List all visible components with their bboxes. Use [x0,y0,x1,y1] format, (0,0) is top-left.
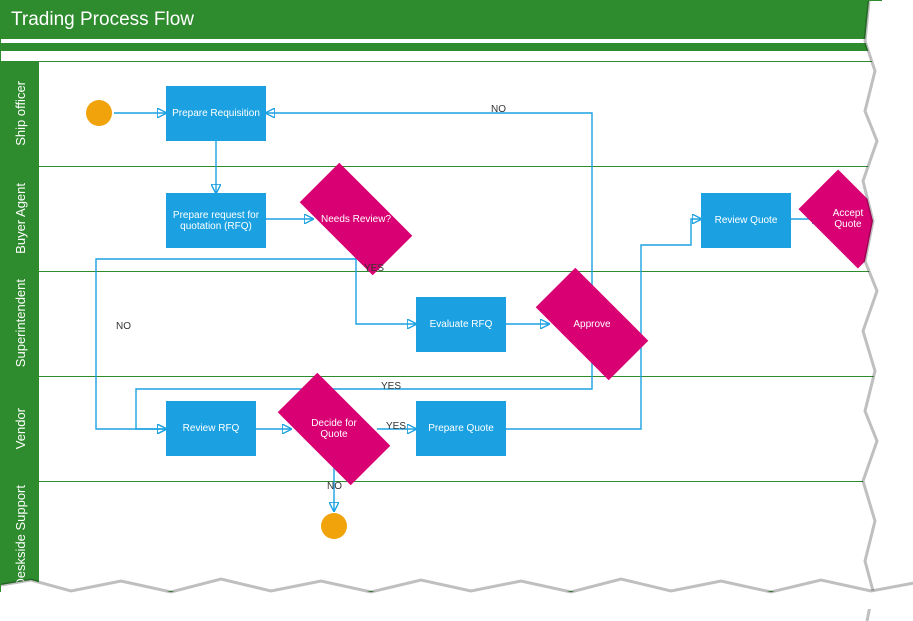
edge-label-yes: YES [381,381,401,392]
process-review-quote: Review Quote [701,193,791,248]
lane-header-buyer-agent: Buyer Agent [1,166,39,271]
diagram-title: Trading Process Flow [11,9,194,31]
node-label: Prepare Requisition [172,108,260,119]
lane-label: Superintendent [13,279,28,367]
edge-label-no: NO [327,481,342,492]
process-evaluate-rfq: Evaluate RFQ [416,297,506,352]
lane-label: Vendor [13,408,28,449]
node-label: Prepare request for quotation (RFQ) [170,210,262,232]
diagram-title-accent [1,43,881,51]
lane-separator [1,166,881,167]
node-label: Needs Review? [321,214,391,225]
decision-needs-review: Needs Review? [313,191,399,247]
node-label: Accept Quote [819,208,877,230]
decision-accept-quote: Accept Quote [813,191,883,247]
edge-label-yes: YES [364,263,384,274]
lane-header-deskside-support: Deskside Support [1,481,39,591]
edge-label-no: NO [491,104,506,115]
lane-header-vendor: Vendor [1,376,39,481]
start-node [86,100,112,126]
lane-separator [1,376,881,377]
lane-label: Deskside Support [13,485,28,588]
lane-separator [1,61,881,62]
lane-label: Ship officer [13,81,28,146]
edge-label-yes: YES [386,421,406,432]
process-prepare-quote: Prepare Quote [416,401,506,456]
node-label: Decide for Quote [297,418,371,440]
lane-label: Buyer Agent [13,183,28,254]
decision-decide-quote: Decide for Quote [291,401,377,457]
torn-edge-right [859,1,899,621]
edge-label-no: NO [116,321,131,332]
swimlane-diagram: Trading Process Flow Ship officer Buyer … [0,0,882,592]
diagram-title-bar: Trading Process Flow [1,1,881,39]
node-label: Prepare Quote [428,423,494,434]
decision-approve: Approve [549,296,635,352]
node-label: Approve [573,319,610,330]
process-review-rfq: Review RFQ [166,401,256,456]
lane-header-ship-officer: Ship officer [1,61,39,166]
process-prepare-requisition: Prepare Requisition [166,86,266,141]
lane-separator [1,271,881,272]
node-label: Evaluate RFQ [430,319,493,330]
connector-layer [1,1,881,591]
torn-edge-bottom [1,575,913,609]
node-label: Review Quote [715,215,778,226]
end-node [321,513,347,539]
process-prepare-rfq: Prepare request for quotation (RFQ) [166,193,266,248]
lane-header-superintendent: Superintendent [1,271,39,376]
lane-separator [1,481,881,482]
node-label: Review RFQ [183,423,240,434]
